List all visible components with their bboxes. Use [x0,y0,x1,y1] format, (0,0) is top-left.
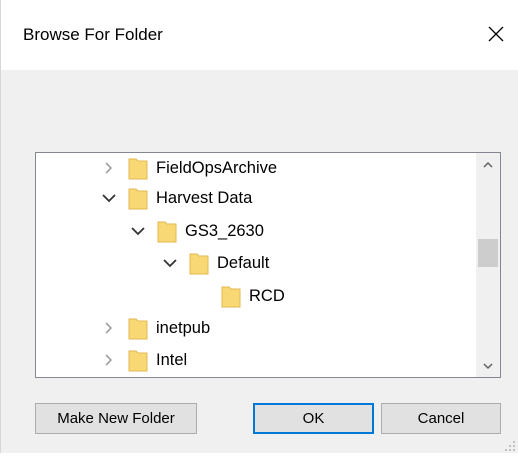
tree-item-label: Default [217,253,270,272]
scroll-thumb[interactable] [478,239,498,267]
chevron-right-icon[interactable] [100,319,118,337]
tree-item-label: FieldOpsArchive [156,158,278,177]
folder-tree[interactable]: FieldOpsArchive Harvest Data GS3_2630 De… [35,152,501,378]
folder-icon [128,186,148,210]
tree-item-label: Intel [156,350,188,369]
scroll-down-button[interactable] [476,355,500,377]
title-bar[interactable]: Browse For Folder [1,0,518,70]
folder-icon [157,219,177,243]
folder-icon [221,284,241,308]
chevron-up-icon [483,155,493,173]
chevron-down-icon [483,357,493,375]
tree-item[interactable]: Harvest Data [100,183,252,213]
folder-icon [189,251,209,275]
chevron-right-icon[interactable] [100,159,118,177]
folder-icon [128,348,148,372]
tree-item-label: GS3_2630 [185,221,264,240]
chevron-down-icon[interactable] [161,254,179,272]
folder-icon [128,156,148,180]
vertical-scrollbar[interactable] [476,153,500,377]
close-icon [488,26,504,42]
tree-item[interactable]: GS3_2630 [129,216,264,246]
tree-item[interactable]: Default [161,248,269,278]
ok-button[interactable]: OK [253,403,374,434]
chevron-down-icon[interactable] [100,189,118,207]
close-button[interactable] [477,14,515,54]
tree-item-label: inetpub [156,318,211,337]
scroll-up-button[interactable] [476,153,500,175]
tree-item-label: RCD [249,286,285,305]
tree-item-label: Harvest Data [156,188,253,207]
tree-item[interactable]: inetpub [100,313,210,343]
resize-grip-icon[interactable] [504,439,516,451]
folder-icon [128,316,148,340]
tree-item[interactable]: Intel [100,345,187,375]
browse-for-folder-dialog: Browse For Folder FieldOpsArchive Harves… [0,0,518,453]
cancel-button[interactable]: Cancel [381,403,501,434]
tree-item[interactable]: FieldOpsArchive [100,153,277,183]
chevron-right-icon[interactable] [100,351,118,369]
tree-item[interactable]: RCD [193,281,285,311]
window-title: Browse For Folder [23,25,163,44]
chevron-down-icon[interactable] [129,222,147,240]
make-new-folder-button[interactable]: Make New Folder [35,403,197,434]
